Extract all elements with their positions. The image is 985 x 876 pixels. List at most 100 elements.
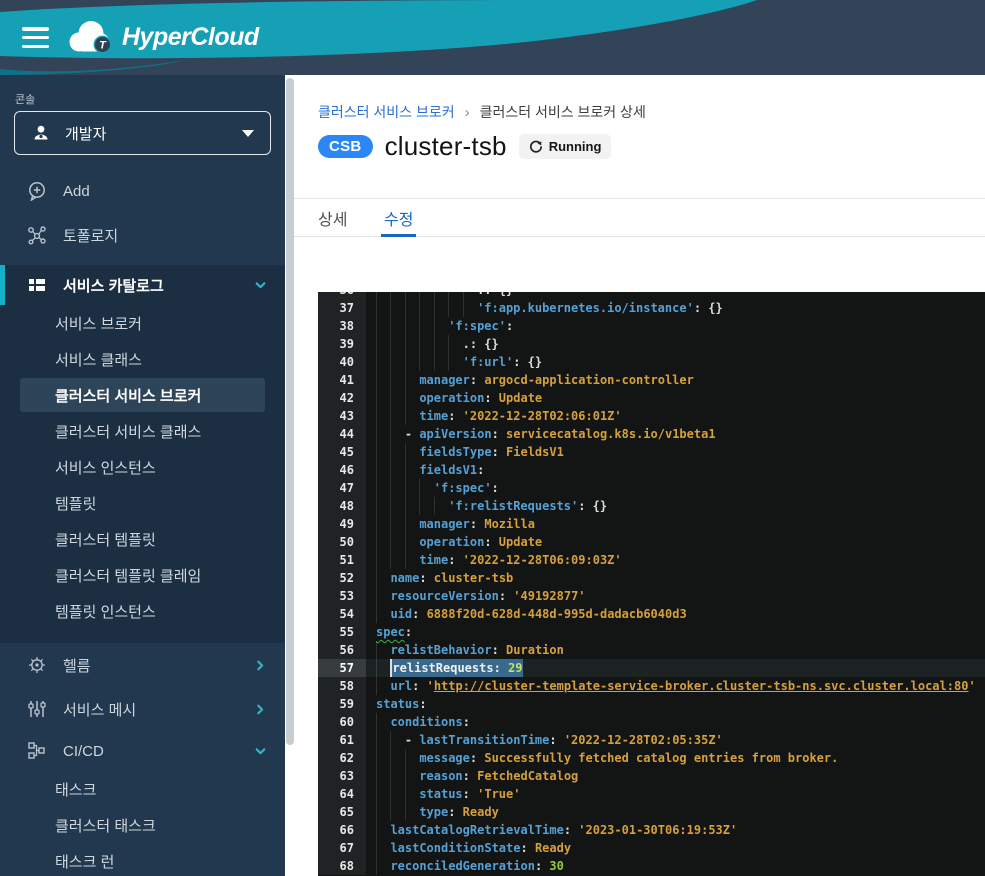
app-header: T HyperCloud	[0, 0, 985, 75]
code-line-63[interactable]: 63reason: FetchedCatalog	[318, 767, 985, 785]
sidebar-item-label: 클러스터 템플릿 클레임	[55, 565, 201, 586]
code-text: time: '2022-12-28T02:06:01Z'	[366, 407, 622, 425]
code-line-58[interactable]: 58url: 'http://cluster-template-service-…	[318, 677, 985, 695]
code-lines: 36.: {}37'f:app.kubernetes.io/instance':…	[318, 292, 985, 875]
code-line-67[interactable]: 67lastConditionState: Ready	[318, 839, 985, 857]
resource-kind-badge: CSB	[318, 135, 373, 158]
sidebar-item-service-class[interactable]: 서비스 클래스	[0, 341, 285, 377]
perspective-dropdown[interactable]: 개발자	[14, 111, 271, 155]
line-number: 64	[318, 785, 366, 803]
code-line-50[interactable]: 50operation: Update	[318, 533, 985, 551]
code-text: conditions:	[366, 713, 470, 731]
code-text: manager: argocd-application-controller	[366, 371, 694, 389]
sidebar-item-template-instance[interactable]: 템플릿 인스턴스	[0, 593, 285, 629]
page-title-row: CSB cluster-tsb Running	[318, 131, 611, 162]
code-text: reconciledGeneration: 30	[366, 857, 564, 875]
code-line-47[interactable]: 47'f:spec':	[318, 479, 985, 497]
code-line-42[interactable]: 42operation: Update	[318, 389, 985, 407]
sidebar-item-cicd[interactable]: CI/CD	[0, 731, 285, 771]
code-line-51[interactable]: 51time: '2022-12-28T06:09:03Z'	[318, 551, 985, 569]
code-line-40[interactable]: 40'f:url': {}	[318, 353, 985, 371]
code-text: status:	[366, 695, 427, 713]
code-line-53[interactable]: 53resourceVersion: '49192877'	[318, 587, 985, 605]
sidebar-item-template[interactable]: 템플릿	[0, 485, 285, 521]
sidebar-item-helm[interactable]: 헬름	[0, 643, 285, 687]
sidebar-item-cluster-template-claim[interactable]: 클러스터 템플릿 클레임	[0, 557, 285, 593]
code-line-43[interactable]: 43time: '2022-12-28T02:06:01Z'	[318, 407, 985, 425]
code-line-65[interactable]: 65type: Ready	[318, 803, 985, 821]
code-line-44[interactable]: 44- apiVersion: servicecatalog.k8s.io/v1…	[318, 425, 985, 443]
code-line-41[interactable]: 41manager: argocd-application-controller	[318, 371, 985, 389]
code-line-64[interactable]: 64status: 'True'	[318, 785, 985, 803]
line-number: 49	[318, 515, 366, 533]
line-number: 57	[318, 659, 366, 677]
perspective-label: 개발자	[65, 123, 242, 144]
sidebar-item-cluster-service-broker[interactable]: 클러스터 서비스 브로커	[0, 377, 285, 413]
page-title: cluster-tsb	[385, 131, 507, 162]
sidebar-item-service-catalog[interactable]: 서비스 카탈로그	[0, 265, 285, 305]
menu-hamburger-icon[interactable]	[22, 27, 49, 48]
code-text: 'f:app.kubernetes.io/instance': {}	[366, 299, 723, 317]
tab-detail[interactable]: 상세	[318, 199, 347, 237]
code-text: reason: FetchedCatalog	[366, 767, 578, 785]
code-text: fieldsType: FieldsV1	[366, 443, 564, 461]
code-line-46[interactable]: 46fieldsV1:	[318, 461, 985, 479]
chevron-down-icon	[242, 130, 254, 137]
line-number: 42	[318, 389, 366, 407]
sidebar-item-task[interactable]: 태스크	[0, 771, 285, 807]
line-number: 40	[318, 353, 366, 371]
line-number: 54	[318, 605, 366, 623]
line-number: 45	[318, 443, 366, 461]
sidebar-item-service-broker[interactable]: 서비스 브로커	[0, 305, 285, 341]
code-line-48[interactable]: 48'f:relistRequests': {}	[318, 497, 985, 515]
code-line-38[interactable]: 38'f:spec':	[318, 317, 985, 335]
code-line-49[interactable]: 49manager: Mozilla	[318, 515, 985, 533]
code-text: relistBehavior: Duration	[366, 641, 564, 659]
content-scrollbar[interactable]	[286, 78, 294, 745]
sidebar-item-cluster-service-class[interactable]: 클러스터 서비스 클래스	[0, 413, 285, 449]
code-line-39[interactable]: 39.: {}	[318, 335, 985, 353]
line-number: 65	[318, 803, 366, 821]
code-text: .: {}	[366, 292, 513, 299]
sidebar-nav: 콘솔 개발자 Add토폴로지서비스 카탈로그서비스 브로커서비스 클래스클러스터…	[0, 75, 285, 876]
code-text: relistRequests: 29	[366, 659, 523, 677]
code-line-56[interactable]: 56relistBehavior: Duration	[318, 641, 985, 659]
yaml-editor[interactable]: 36.: {}37'f:app.kubernetes.io/instance':…	[318, 292, 985, 876]
code-line-68[interactable]: 68reconciledGeneration: 30	[318, 857, 985, 875]
code-line-55[interactable]: 55spec:	[318, 623, 985, 641]
code-line-59[interactable]: 59status:	[318, 695, 985, 713]
sidebar-item-service-instance[interactable]: 서비스 인스턴스	[0, 449, 285, 485]
tab-edit[interactable]: 수정	[384, 199, 413, 237]
sidebar-item-label: 태스크	[55, 779, 96, 800]
sidebar-item-label: 헬름	[63, 655, 254, 676]
line-number: 62	[318, 749, 366, 767]
line-number: 47	[318, 479, 366, 497]
code-line-37[interactable]: 37'f:app.kubernetes.io/instance': {}	[318, 299, 985, 317]
code-text: url: 'http://cluster-template-service-br…	[366, 677, 976, 695]
code-line-54[interactable]: 54uid: 6888f20d-628d-448d-995d-dadacb604…	[318, 605, 985, 623]
sidebar-item-service-mesh[interactable]: 서비스 메시	[0, 687, 285, 731]
sidebar-item-cluster-template[interactable]: 클러스터 템플릿	[0, 521, 285, 557]
hypercloud-logo[interactable]: T HyperCloud	[64, 16, 259, 58]
line-number: 36	[318, 292, 366, 299]
code-text: time: '2022-12-28T06:09:03Z'	[366, 551, 622, 569]
sidebar-item-label: 클러스터 서비스 브로커	[55, 385, 201, 406]
code-line-57[interactable]: 57relistRequests: 29	[318, 659, 985, 677]
breadcrumb-parent-link[interactable]: 클러스터 서비스 브로커	[318, 102, 455, 122]
code-line-52[interactable]: 52name: cluster-tsb	[318, 569, 985, 587]
sidebar-item-label: 템플릿	[55, 493, 96, 514]
code-line-36[interactable]: 36.: {}	[318, 292, 985, 299]
sidebar-item-cluster-task[interactable]: 클러스터 태스크	[0, 807, 285, 843]
code-line-60[interactable]: 60conditions:	[318, 713, 985, 731]
code-text: lastCatalogRetrievalTime: '2023-01-30T06…	[366, 821, 737, 839]
sidebar-item-add[interactable]: Add	[0, 169, 285, 213]
code-line-61[interactable]: 61- lastTransitionTime: '2022-12-28T02:0…	[318, 731, 985, 749]
code-line-66[interactable]: 66lastCatalogRetrievalTime: '2023-01-30T…	[318, 821, 985, 839]
sidebar-item-topology[interactable]: 토폴로지	[0, 213, 285, 257]
code-line-62[interactable]: 62message: Successfully fetched catalog …	[318, 749, 985, 767]
sidebar-item-task-run[interactable]: 태스크 런	[0, 843, 285, 876]
service-catalog-icon	[27, 275, 47, 295]
refresh-icon	[529, 140, 543, 154]
code-line-45[interactable]: 45fieldsType: FieldsV1	[318, 443, 985, 461]
sidebar-item-label: 토폴로지	[63, 225, 267, 246]
